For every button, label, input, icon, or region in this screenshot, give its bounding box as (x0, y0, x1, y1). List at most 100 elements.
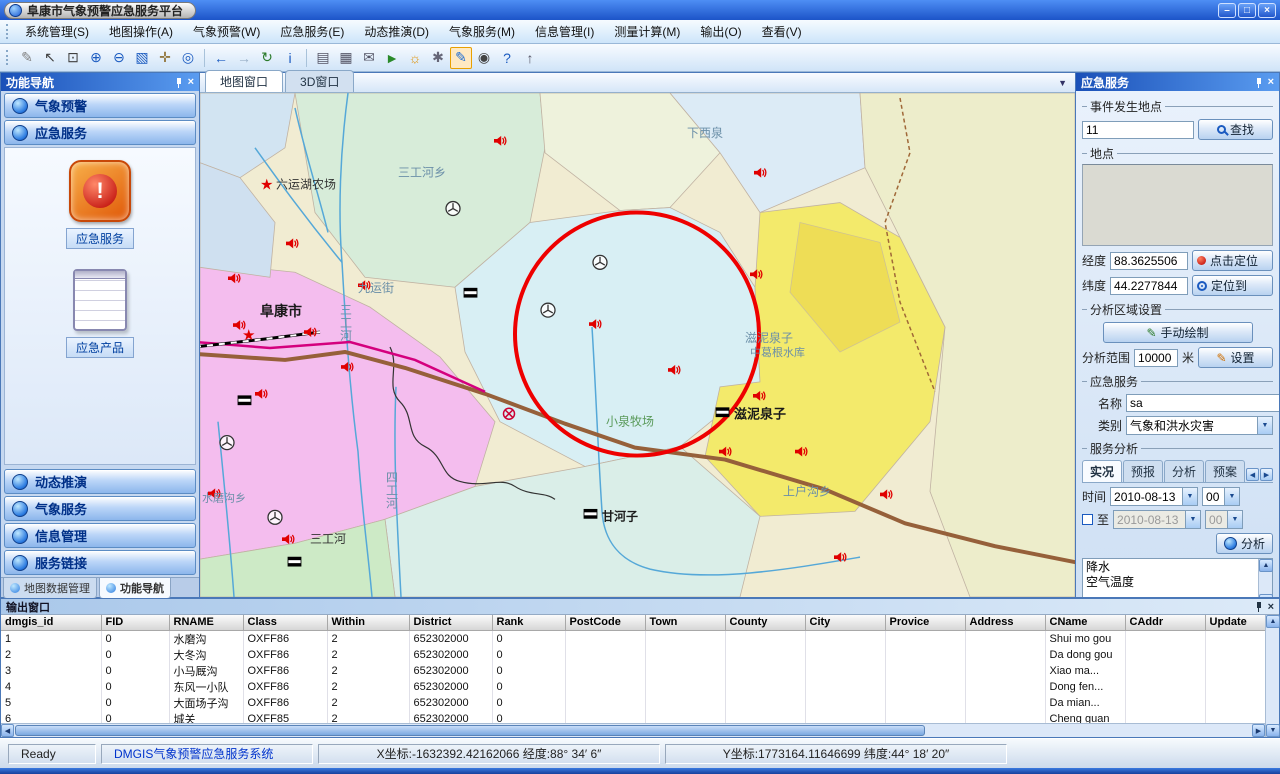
menu-info-management[interactable]: 信息管理(I) (525, 21, 604, 42)
chevron-down-icon[interactable]: ▼ (1227, 511, 1242, 528)
output-row[interactable]: 10水磨沟OXFF8626523020000Shui mo gou (1, 630, 1265, 647)
output-row[interactable]: 20大冬沟OXFF8626523020000Da dong gou (1, 647, 1265, 663)
list-scrollbar[interactable]: ▲ ▼ (1258, 559, 1272, 597)
service-list-item[interactable]: 空气温度 (1086, 575, 1255, 590)
horizontal-scrollbar[interactable]: ◀ ▶ (1, 723, 1265, 737)
bulb-icon[interactable]: ☼ (404, 47, 426, 69)
chevron-down-icon[interactable]: ▼ (1182, 488, 1197, 505)
full-extent-icon[interactable]: ◎ (177, 47, 199, 69)
scroll-up-icon[interactable]: ▲ (1266, 615, 1280, 628)
menu-map-operation[interactable]: 地图操作(A) (99, 21, 183, 42)
edit-pencil-icon[interactable]: ✎ (16, 47, 38, 69)
mail-icon[interactable]: ✉ (358, 47, 380, 69)
flag-marker-icon[interactable] (716, 408, 729, 417)
scroll-down-icon[interactable]: ▼ (1266, 724, 1280, 737)
chevron-down-icon[interactable]: ▼ (1257, 417, 1272, 434)
station-icon[interactable] (268, 510, 282, 524)
close-icon[interactable]: × (188, 77, 194, 87)
nav-emergency-service[interactable]: 应急服务 (4, 120, 196, 145)
nav-service-links[interactable]: 服务链接 (4, 550, 196, 575)
menu-view[interactable]: 查看(V) (752, 21, 812, 42)
station-icon[interactable] (593, 255, 607, 269)
date-from-select[interactable]: 2010-08-13 ▼ (1110, 487, 1198, 506)
column-header[interactable]: Class (243, 615, 327, 630)
tabs-scroll-left-icon[interactable]: ◀ (1246, 468, 1259, 481)
output-row[interactable]: 50大面场子沟OXFF8626523020000Da mian... (1, 695, 1265, 711)
nav-weather-warning[interactable]: 气象预警 (4, 93, 196, 118)
scroll-left-icon[interactable]: ◀ (1, 724, 14, 737)
minimize-button[interactable]: – (1218, 3, 1236, 18)
column-header[interactable]: City (805, 615, 885, 630)
vertical-scrollbar[interactable]: ▲ ▼ (1265, 615, 1279, 737)
select-area-icon[interactable]: ⊡ (62, 47, 84, 69)
manual-draw-button[interactable]: ✎ 手动绘制 (1103, 322, 1253, 343)
print-icon[interactable]: ▤ (312, 47, 334, 69)
station-icon[interactable] (541, 303, 555, 317)
column-header[interactable]: dmgis_id (1, 615, 101, 630)
map-svg[interactable]: ★ ★ (200, 93, 1075, 597)
eye-icon[interactable]: ◉ (473, 47, 495, 69)
menu-system-management[interactable]: 系统管理(S) (15, 21, 99, 42)
longitude-input[interactable] (1110, 252, 1188, 270)
analyze-button[interactable]: 分析 (1216, 533, 1273, 554)
drag-grip[interactable] (6, 24, 9, 39)
service-list-item[interactable]: 降水 (1086, 560, 1255, 575)
scroll-up-icon[interactable]: ▲ (1259, 559, 1273, 572)
output-row[interactable]: 40东风一小队OXFF8626523020000Dong fen... (1, 679, 1265, 695)
menu-weather-warning[interactable]: 气象预警(W) (183, 21, 270, 42)
identify-icon[interactable]: i (279, 47, 301, 69)
analysis-tab[interactable]: 实况 (1082, 460, 1122, 482)
column-header[interactable]: CAddr (1125, 615, 1205, 630)
chevron-down-icon[interactable]: ▼ (1185, 511, 1200, 528)
menu-weather-service[interactable]: 气象服务(M) (439, 21, 525, 42)
column-header[interactable]: Update (1205, 615, 1265, 630)
export-icon[interactable]: ↑ (519, 47, 541, 69)
goto-location-button[interactable]: 定位到 (1192, 275, 1273, 296)
drag-grip[interactable] (6, 50, 9, 65)
menu-dynamic-simulation[interactable]: 动态推演(D) (354, 21, 439, 42)
range-set-button[interactable]: ✎ 设置 (1198, 347, 1273, 368)
close-button[interactable]: × (1258, 3, 1276, 18)
next-view-icon[interactable]: → (233, 47, 255, 69)
column-header[interactable]: County (725, 615, 805, 630)
pin-icon[interactable] (1254, 77, 1263, 88)
station-icon[interactable] (220, 436, 234, 450)
pan-hand-icon[interactable]: ✛ (154, 47, 176, 69)
service-type-select[interactable]: 气象和洪水灾害 ▼ (1126, 416, 1273, 435)
pin-icon[interactable] (1254, 601, 1263, 612)
maximize-button[interactable]: □ (1238, 3, 1256, 18)
draw-tool-icon[interactable]: ✎ (450, 47, 472, 69)
scroll-right-icon[interactable]: ▶ (1252, 724, 1265, 737)
chevron-down-icon[interactable]: ▼ (1058, 78, 1067, 88)
column-header[interactable]: Provice (885, 615, 965, 630)
tabs-scroll-right-icon[interactable]: ▶ (1260, 468, 1273, 481)
flag-marker-icon[interactable] (464, 288, 477, 297)
column-header[interactable]: Town (645, 615, 725, 630)
flag-marker-icon[interactable] (238, 396, 251, 405)
tile-emergency-product[interactable]: 应急产品 (66, 269, 134, 358)
station-icon[interactable] (446, 202, 460, 216)
column-header[interactable]: Address (965, 615, 1045, 630)
settings-gear-icon[interactable]: ✱ (427, 47, 449, 69)
select-cursor-icon[interactable]: ↖ (39, 47, 61, 69)
tile-emergency-service[interactable]: 应急服务 (66, 160, 134, 249)
latitude-input[interactable] (1110, 277, 1188, 295)
scrollbar-thumb[interactable] (15, 725, 925, 736)
map-canvas[interactable]: ★ ★ (200, 93, 1075, 597)
previous-view-icon[interactable]: ← (210, 47, 232, 69)
output-row[interactable]: 60城关OXFF8526523020000Cheng guan (1, 711, 1265, 724)
help-icon[interactable]: ? (496, 47, 518, 69)
close-icon[interactable]: × (1268, 77, 1274, 87)
hour-from-select[interactable]: 00 ▼ (1202, 487, 1240, 506)
column-header[interactable]: RNAME (169, 615, 243, 630)
menu-emergency-service[interactable]: 应急服务(E) (270, 21, 354, 42)
hour-to-select[interactable]: 00 ▼ (1205, 510, 1243, 529)
place-list[interactable] (1082, 164, 1273, 246)
flag-marker-icon[interactable] (288, 557, 301, 566)
pin-icon[interactable] (174, 77, 183, 88)
zoom-out-icon[interactable]: ⊖ (108, 47, 130, 69)
date-to-select[interactable]: 2010-08-13 ▼ (1113, 510, 1201, 529)
tab-map-window[interactable]: 地图窗口 (205, 70, 283, 92)
zoom-window-icon[interactable]: ▧ (131, 47, 153, 69)
scroll-down-icon[interactable]: ▼ (1259, 594, 1273, 597)
